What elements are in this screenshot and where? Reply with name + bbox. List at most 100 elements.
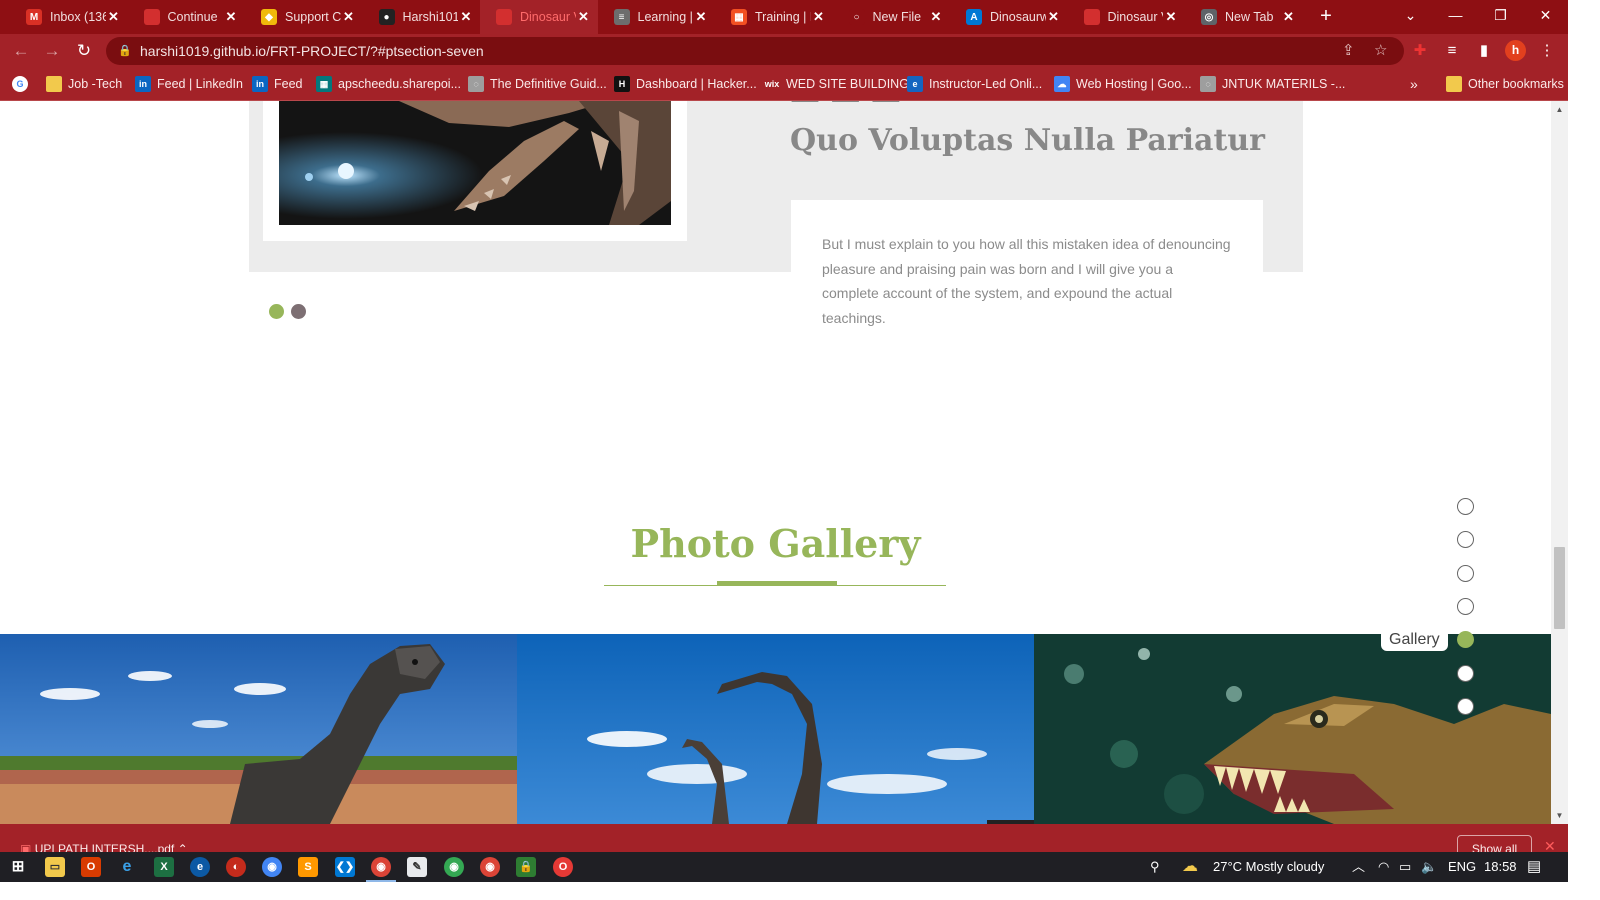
language-indicator[interactable]: ENG: [1448, 852, 1476, 882]
file-explorer-icon[interactable]: ▭: [45, 857, 65, 877]
close-tab-icon[interactable]: ✕: [1281, 9, 1297, 25]
trex-head-image[interactable]: [1034, 634, 1551, 824]
close-tab-icon[interactable]: ✕: [458, 9, 474, 25]
close-tab-icon[interactable]: ✕: [1163, 9, 1179, 25]
browser-tab[interactable]: ≡ Learning | ✕: [598, 0, 716, 34]
restore-button[interactable]: ❐: [1478, 0, 1523, 30]
close-shelf-icon[interactable]: ✕: [1544, 838, 1556, 852]
menu-kebab-icon[interactable]: ⋮: [1535, 39, 1559, 63]
chevron-up-icon[interactable]: ⌃: [178, 842, 188, 852]
show-all-downloads-button[interactable]: Show all: [1457, 835, 1532, 852]
chrome-red-icon: [143, 9, 160, 25]
excel-icon[interactable]: X: [154, 857, 174, 877]
close-tab-icon[interactable]: ✕: [223, 9, 239, 25]
browser-tab[interactable]: ◎ New Tab ✕: [1185, 0, 1303, 34]
vpn-lock-icon[interactable]: 🔒: [516, 857, 536, 877]
close-tab-icon[interactable]: ✕: [106, 9, 122, 25]
app-red-icon[interactable]: ◐: [226, 857, 246, 877]
side-panel-icon[interactable]: ▮: [1472, 39, 1496, 63]
scroll-up-arrow-icon[interactable]: ▲: [1551, 101, 1568, 118]
chrome-profile-3-icon[interactable]: ◉: [480, 857, 500, 877]
bookmark-item[interactable]: in Feed: [252, 68, 303, 100]
browser-tab[interactable]: Dinosaur V✕: [1068, 0, 1186, 34]
slider-dot-2[interactable]: [291, 304, 306, 319]
notifications-icon[interactable]: ▤: [1527, 852, 1541, 882]
address-bar[interactable]: 🔒 harshi1019.github.io/FRT-PROJECT/?#pts…: [106, 37, 1404, 65]
bookmark-star-icon[interactable]: ☆: [1374, 37, 1387, 65]
bookmark-item[interactable]: ☁ Web Hosting | Goo...: [1054, 68, 1192, 100]
sauropod-silhouettes-image[interactable]: [517, 634, 1034, 824]
brachiosaurus-statue-image[interactable]: [0, 634, 517, 824]
windows-start-icon[interactable]: ⊞: [8, 857, 28, 877]
reload-button[interactable]: ↻: [72, 39, 96, 63]
tray-chevron-icon[interactable]: ︿: [1352, 852, 1365, 882]
profile-avatar[interactable]: h: [1505, 40, 1526, 61]
weather-text[interactable]: 27°C Mostly cloudy: [1213, 852, 1324, 882]
extensions-icon[interactable]: ✚: [1408, 39, 1432, 63]
gallery-underline-accent: [717, 581, 837, 586]
bookmark-item[interactable]: Job -Tech: [46, 68, 122, 100]
browser-tab[interactable]: ▦ Training | M✕: [715, 0, 833, 34]
clock[interactable]: 18:58: [1484, 852, 1517, 882]
bookmark-item[interactable]: H Dashboard | Hacker...: [614, 68, 757, 100]
bookmark-item[interactable]: e Instructor-Led Onli...: [907, 68, 1042, 100]
chrome-profile-2-icon[interactable]: ◉: [444, 857, 464, 877]
close-tab-icon[interactable]: ✕: [576, 9, 592, 25]
close-tab-icon[interactable]: ✕: [1046, 9, 1062, 25]
pdf-icon: ▣: [20, 842, 32, 852]
bookmark-item[interactable]: ◌ JNTUK MATERILS -...: [1200, 68, 1345, 100]
notepad-icon[interactable]: ✎: [407, 857, 427, 877]
opera-icon[interactable]: O: [553, 857, 573, 877]
close-tab-icon[interactable]: ✕: [928, 9, 944, 25]
vertical-scrollbar[interactable]: ▲ ▼: [1551, 101, 1568, 824]
chrome-profile-icon[interactable]: ◉: [371, 857, 391, 877]
section-nav-dot[interactable]: [1457, 498, 1474, 515]
slider-dot-1[interactable]: [269, 304, 284, 319]
edge-icon[interactable]: e: [190, 857, 210, 877]
share-icon[interactable]: ⇪: [1342, 37, 1355, 65]
scroll-down-arrow-icon[interactable]: ▼: [1551, 807, 1568, 824]
office-icon[interactable]: O: [81, 857, 101, 877]
bookmark-item[interactable]: G: [12, 68, 34, 100]
bookmark-item[interactable]: ◌ The Definitive Guid...: [468, 68, 607, 100]
download-item[interactable]: ▣ UPI PATH INTERSH....pdf ⌃: [20, 842, 188, 852]
other-bookmarks-folder[interactable]: Other bookmarks: [1446, 68, 1564, 100]
section-nav-dot[interactable]: [1457, 664, 1474, 682]
close-window-button[interactable]: ✕: [1523, 0, 1568, 30]
bookmark-item[interactable]: in Feed | LinkedIn: [135, 68, 243, 100]
forward-button[interactable]: →: [40, 39, 64, 63]
new-tab-button[interactable]: +: [1314, 4, 1338, 28]
volume-icon[interactable]: 🔈: [1421, 852, 1437, 882]
browser-tab[interactable]: M Inbox (136 ✕: [10, 0, 128, 34]
browser-tab[interactable]: ◆ Support C ✕: [245, 0, 363, 34]
section-nav-dot[interactable]: [1457, 564, 1474, 582]
minimize-button[interactable]: —: [1433, 0, 1478, 30]
bookmark-label: The Definitive Guid...: [490, 77, 607, 91]
scrollbar-thumb[interactable]: [1554, 547, 1565, 629]
close-tab-icon[interactable]: ✕: [341, 9, 357, 25]
weather-icon[interactable]: ☁: [1182, 852, 1198, 882]
wifi-icon[interactable]: ◠: [1378, 852, 1389, 882]
chrome-taskbar-icon[interactable]: ◉: [262, 857, 282, 877]
media-control-icon[interactable]: ≡: [1440, 39, 1464, 63]
browser-tab[interactable]: ○ New File ✕: [833, 0, 951, 34]
more-bookmarks-button[interactable]: »: [1410, 68, 1418, 100]
section-nav-dot[interactable]: [1457, 697, 1474, 715]
browser-tab[interactable]: Dinosaur V✕: [480, 0, 598, 34]
browser-tab[interactable]: ● Harshi101 ✕: [363, 0, 481, 34]
vscode-icon[interactable]: ❮❯: [335, 857, 355, 877]
bookmark-item[interactable]: wix WED SITE BUILDING: [764, 68, 909, 100]
bookmark-item[interactable]: ▦ apscheedu.sharepoi...: [316, 68, 461, 100]
section-nav-dot[interactable]: [1457, 597, 1474, 615]
gmail-icon: M: [26, 9, 42, 25]
internet-explorer-icon[interactable]: e: [117, 857, 137, 877]
back-button[interactable]: ←: [9, 39, 33, 63]
browser-tab[interactable]: A Dinosaurw ✕: [950, 0, 1068, 34]
close-tab-icon[interactable]: ✕: [693, 9, 709, 25]
people-icon[interactable]: ⚲: [1150, 852, 1160, 882]
close-tab-icon[interactable]: ✕: [811, 9, 827, 25]
browser-tab[interactable]: Continue ✕: [128, 0, 246, 34]
tab-search-icon[interactable]: ⌄: [1388, 0, 1433, 30]
sublime-icon[interactable]: S: [298, 857, 318, 877]
battery-icon[interactable]: ▭: [1399, 852, 1411, 882]
